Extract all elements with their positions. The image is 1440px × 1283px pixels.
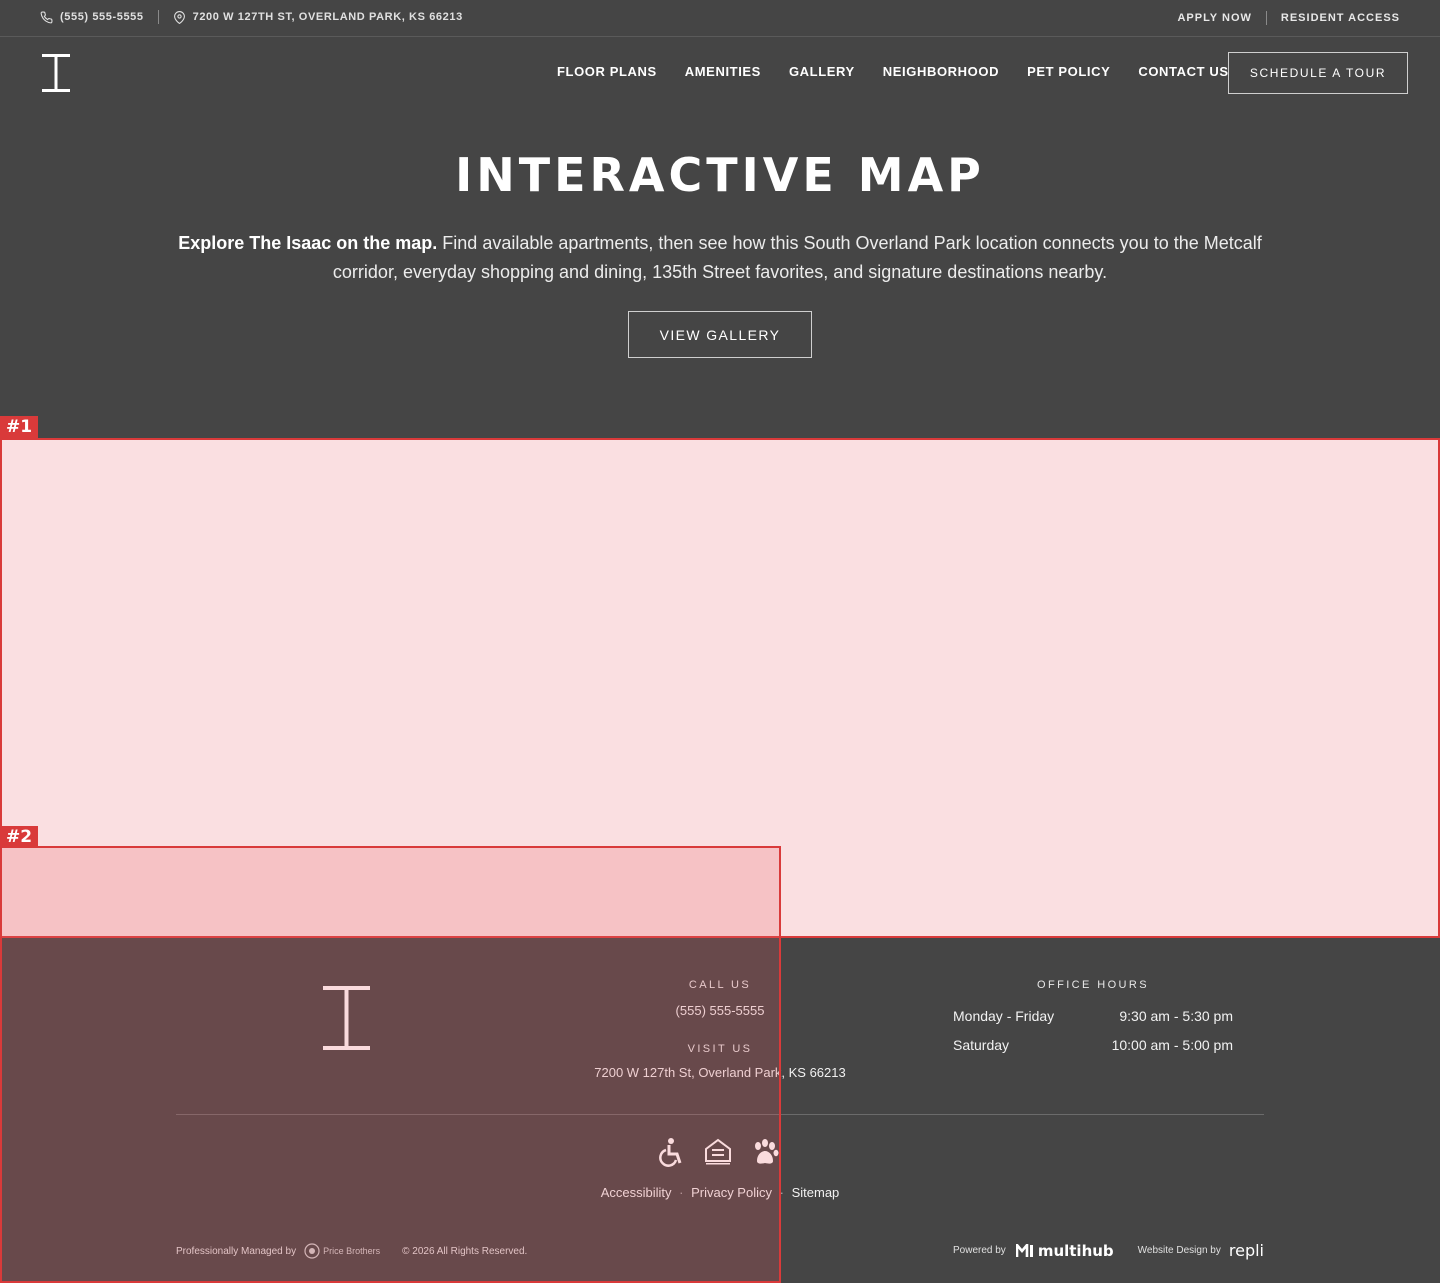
apply-now-link[interactable]: APPLY NOW [1177, 12, 1251, 24]
compliance-icons [656, 1137, 780, 1167]
legal-links: Accessibility · Privacy Policy · Sitemap [0, 1185, 1440, 1200]
repli-logo[interactable]: repli [1229, 1241, 1264, 1260]
footer-credits-left: Professionally Managed by Price Brothers… [176, 1243, 527, 1259]
hero-description: Explore The Isaac on the map. Find avail… [175, 229, 1265, 287]
separator [1265, 11, 1267, 25]
utility-bar: (555) 555-5555 7200 W 127TH ST, OVERLAND… [0, 0, 1440, 37]
hours-row: Saturday 10:00 am - 5:00 pm [953, 1037, 1233, 1053]
footer-address-link[interactable]: 7200 W 127th St, Overland Park, KS 66213 [570, 1065, 870, 1080]
privacy-policy-link[interactable]: Privacy Policy [691, 1185, 772, 1200]
phone-icon [40, 11, 53, 23]
view-gallery-button[interactable]: VIEW GALLERY [628, 311, 812, 358]
separator-dot: · [779, 1185, 784, 1200]
page-title: INTERACTIVE MAP [455, 148, 985, 202]
copyright-text: © 2026 All Rights Reserved. [402, 1245, 528, 1257]
manager-name: Price Brothers [323, 1246, 381, 1256]
multihub-logo[interactable]: multihub [1015, 1241, 1114, 1260]
multihub-icon [1015, 1243, 1033, 1257]
hero-body: Find available apartments, then see how … [332, 233, 1262, 282]
separator-dot: · [679, 1185, 684, 1200]
nav-neighborhood[interactable]: NEIGHBORHOOD [883, 64, 999, 79]
footer-phone-link[interactable]: (555) 555-5555 [570, 1003, 870, 1018]
footer-divider [176, 1114, 1264, 1115]
isaac-logo-icon [42, 54, 70, 92]
address-text: 7200 W 127TH ST, OVERLAND PARK, KS 66213 [192, 11, 463, 23]
equal-housing-icon [705, 1138, 731, 1165]
hero-lead: Explore The Isaac on the map. [178, 233, 438, 253]
footer-logo [323, 986, 370, 1050]
resident-access-link[interactable]: RESIDENT ACCESS [1281, 12, 1400, 24]
phone-link[interactable]: (555) 555-5555 [40, 11, 144, 24]
address-link[interactable]: 7200 W 127TH ST, OVERLAND PARK, KS 66213 [173, 10, 463, 24]
map-pin-icon [173, 10, 185, 24]
hours-row: Monday - Friday 9:30 am - 5:30 pm [953, 1008, 1233, 1024]
isaac-logo-icon [323, 986, 370, 1050]
site-logo[interactable] [42, 54, 70, 92]
hours-days: Monday - Friday [953, 1008, 1055, 1024]
visit-us-label: VISIT US [687, 1043, 753, 1055]
call-us-label: CALL US [688, 979, 752, 991]
managed-by-text: Professionally Managed by [176, 1245, 297, 1257]
footer-credits-right: Powered by multihub Website Design by re… [953, 1241, 1264, 1260]
sitemap-link[interactable]: Sitemap [792, 1185, 840, 1200]
nav-amenities[interactable]: AMENITIES [685, 64, 761, 79]
contact-info: (555) 555-5555 7200 W 127TH ST, OVERLAND… [40, 10, 463, 24]
hours-time: 10:00 am - 5:00 pm [1111, 1037, 1233, 1053]
accessibility-icon [659, 1138, 682, 1167]
main-nav: FLOOR PLANS AMENITIES GALLERY NEIGHBORHO… [557, 64, 1229, 79]
separator [157, 10, 159, 24]
nav-floor-plans[interactable]: FLOOR PLANS [557, 64, 657, 79]
powered-by-text: Powered by [953, 1245, 1006, 1256]
interactive-map[interactable] [0, 438, 1440, 938]
design-by-text: Website Design by [1137, 1245, 1221, 1256]
pet-paw-icon [755, 1139, 779, 1164]
nav-gallery[interactable]: GALLERY [789, 64, 855, 79]
office-hours-label: OFFICE HOURS [1037, 979, 1149, 991]
price-brothers-icon [304, 1243, 320, 1259]
hours-days: Saturday [953, 1037, 1010, 1053]
map-annotation-tag: #1 [0, 416, 38, 438]
overlay-annotation-tag: #2 [0, 826, 38, 848]
phone-text: (555) 555-5555 [60, 11, 144, 23]
utility-links: APPLY NOW RESIDENT ACCESS [1177, 11, 1400, 25]
schedule-tour-button[interactable]: SCHEDULE A TOUR [1228, 52, 1408, 94]
hours-time: 9:30 am - 5:30 pm [1119, 1008, 1233, 1024]
nav-contact-us[interactable]: CONTACT US [1138, 64, 1228, 79]
nav-pet-policy[interactable]: PET POLICY [1027, 64, 1110, 79]
multihub-wordmark: multihub [1037, 1241, 1114, 1260]
accessibility-link[interactable]: Accessibility [601, 1185, 672, 1200]
price-brothers-logo[interactable]: Price Brothers [304, 1243, 380, 1259]
